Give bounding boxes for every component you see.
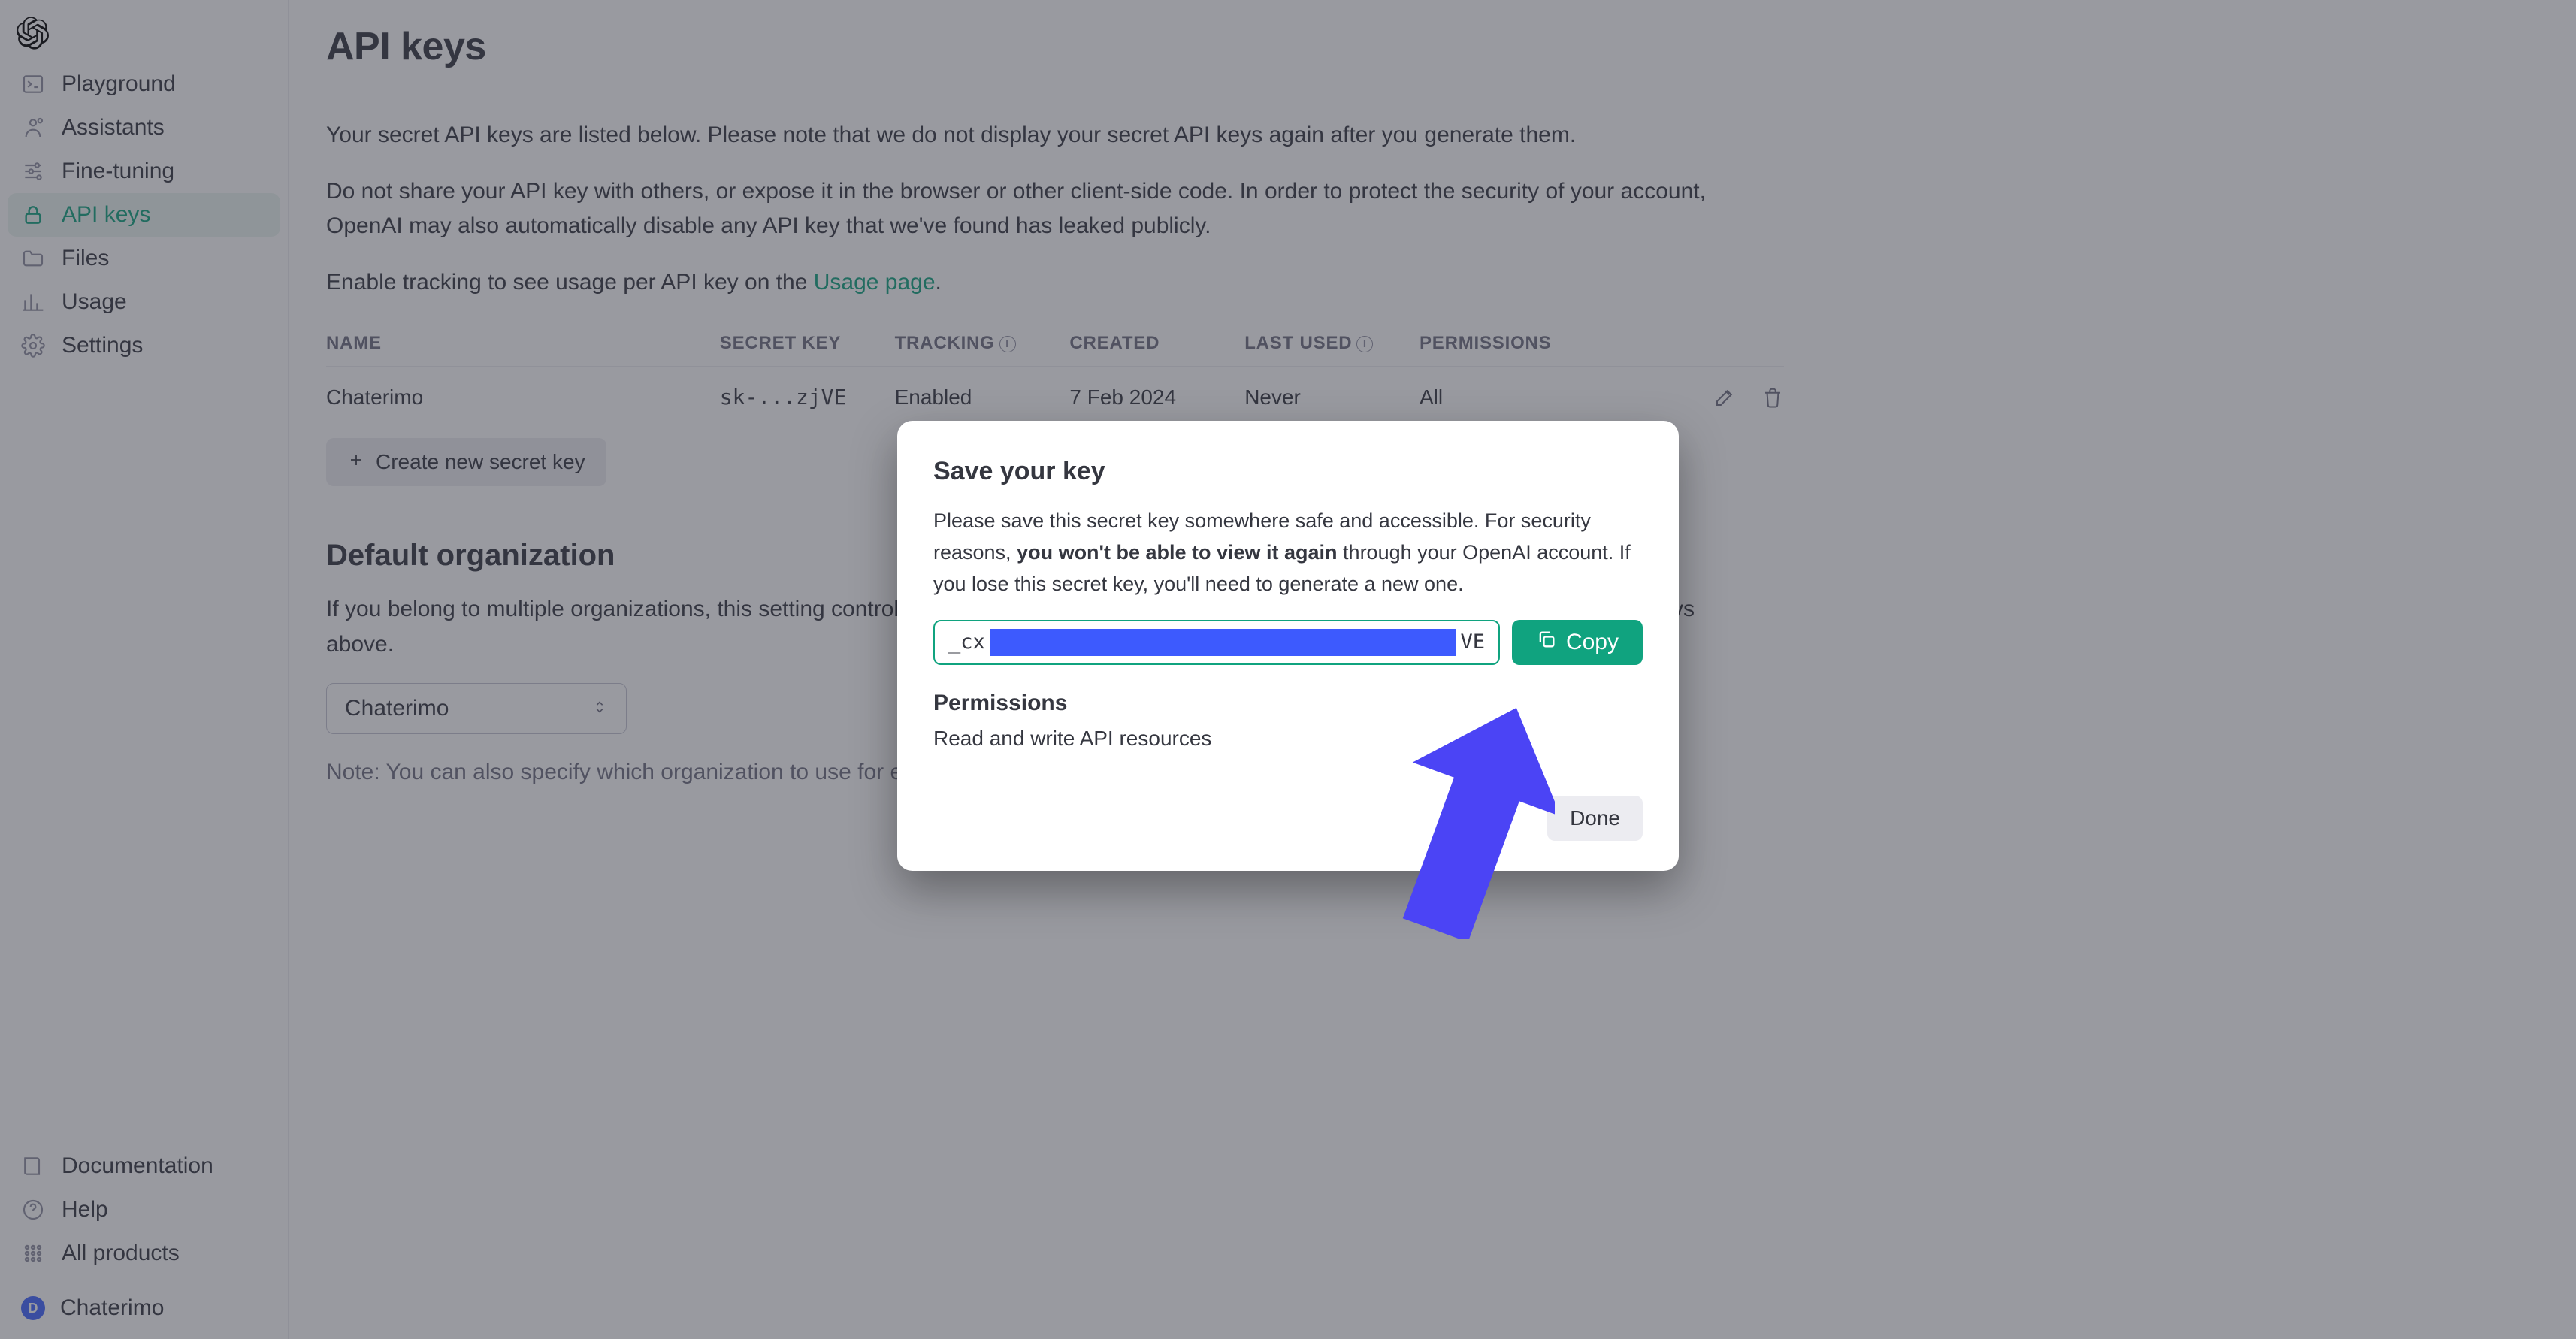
modal-title: Save your key [933, 457, 1643, 486]
key-input[interactable]: _cx VE [933, 620, 1500, 665]
key-prefix: _cx [948, 630, 985, 654]
save-key-modal: Save your key Please save this secret ke… [897, 421, 1679, 871]
done-button[interactable]: Done [1547, 796, 1643, 841]
key-suffix: VE [1460, 630, 1485, 654]
copy-button[interactable]: Copy [1512, 620, 1643, 665]
perm-heading: Permissions [933, 691, 1643, 716]
modal-text: Please save this secret key somewhere sa… [933, 506, 1643, 600]
key-row: _cx VE Copy [933, 620, 1643, 665]
copy-label: Copy [1566, 630, 1619, 655]
perm-text: Read and write API resources [933, 727, 1643, 751]
modal-overlay[interactable]: Save your key Please save this secret ke… [0, 0, 2576, 1339]
key-selection [990, 629, 1456, 656]
copy-icon [1536, 629, 1557, 656]
